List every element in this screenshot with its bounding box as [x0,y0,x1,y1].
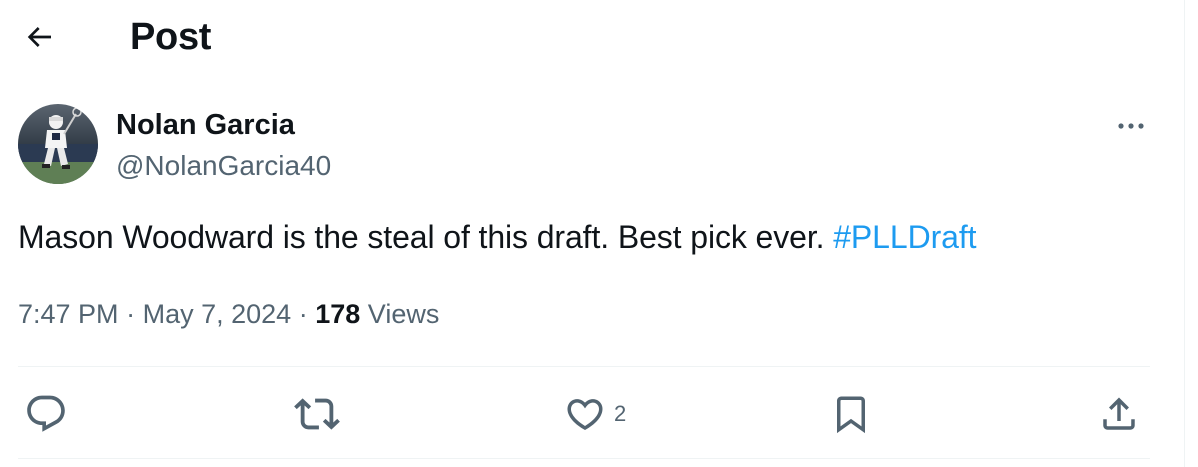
tweet-date[interactable]: May 7, 2024 [143,299,292,329]
hashtag-link[interactable]: #PLLDraft [833,219,976,255]
tweet-body: Mason Woodward is the steal of this draf… [18,219,834,255]
author-handle[interactable]: @NolanGarcia40 [116,148,331,184]
avatar[interactable] [18,104,98,184]
tweet-time[interactable]: 7:47 PM [18,299,119,329]
views-label: Views [367,299,440,329]
bookmark-icon [830,393,872,435]
back-button[interactable] [18,16,60,58]
repost-button[interactable] [294,392,340,436]
more-dots-icon [1116,121,1146,131]
column-border [1184,0,1185,467]
share-icon [1098,393,1140,435]
like-count: 2 [614,401,627,426]
tweet-meta: 7:47 PM · May 7, 2024 · 178 Views [18,296,439,332]
heart-icon [564,393,606,435]
bookmark-button[interactable] [830,392,872,436]
reply-button[interactable] [24,392,68,436]
repost-icon [294,391,340,437]
divider [18,366,1150,367]
page-title: Post [130,16,212,58]
reply-icon [24,392,68,436]
like-button[interactable]: 2 [564,392,626,436]
author-display-name[interactable]: Nolan Garcia [116,107,295,143]
post-page: Post Nolan Garcia @NolanGarcia40 Mason W… [0,0,1198,467]
share-button[interactable] [1098,392,1140,436]
meta-separator: · [298,299,308,329]
lacrosse-player-avatar [18,104,98,184]
more-options-button[interactable] [1110,108,1152,144]
arrow-left-icon [23,21,55,53]
divider [18,458,1150,459]
views-count: 178 [315,299,361,329]
meta-separator: · [126,299,136,329]
tweet-text: Mason Woodward is the steal of this draf… [18,216,977,258]
